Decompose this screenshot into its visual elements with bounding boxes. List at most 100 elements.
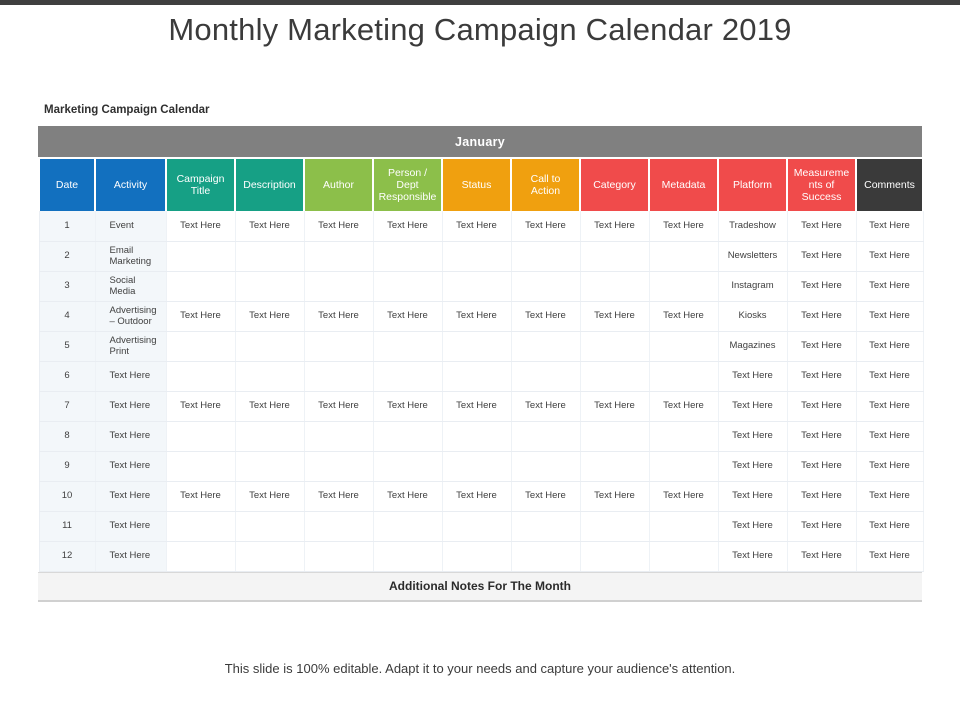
table-cell[interactable]: Text Here: [786, 391, 857, 422]
column-header-category[interactable]: Category: [579, 157, 650, 211]
table-cell[interactable]: Text Here: [855, 241, 924, 272]
cell-activity[interactable]: Text Here: [94, 391, 167, 422]
table-cell[interactable]: [648, 511, 719, 542]
table-cell[interactable]: [579, 331, 650, 362]
column-header-comments[interactable]: Comments: [855, 157, 924, 211]
cell-activity[interactable]: Text Here: [94, 511, 167, 542]
table-cell[interactable]: Text Here: [648, 391, 719, 422]
table-cell[interactable]: Text Here: [648, 481, 719, 512]
table-cell[interactable]: [234, 421, 305, 452]
table-cell[interactable]: [303, 271, 374, 302]
table-cell[interactable]: Text Here: [303, 391, 374, 422]
table-cell[interactable]: [510, 361, 581, 392]
cell-activity[interactable]: Text Here: [94, 421, 167, 452]
cell-activity[interactable]: Text Here: [94, 361, 167, 392]
table-cell[interactable]: Text Here: [786, 481, 857, 512]
table-cell[interactable]: Text Here: [579, 481, 650, 512]
table-cell[interactable]: [648, 271, 719, 302]
table-cell[interactable]: [441, 271, 512, 302]
column-header-activity[interactable]: Activity: [94, 157, 167, 211]
table-cell[interactable]: [234, 451, 305, 482]
table-cell[interactable]: [372, 271, 443, 302]
table-cell[interactable]: [579, 361, 650, 392]
table-cell[interactable]: [165, 331, 236, 362]
table-cell[interactable]: Tradeshow: [717, 211, 788, 242]
table-cell[interactable]: [303, 241, 374, 272]
table-cell[interactable]: [579, 511, 650, 542]
table-cell[interactable]: [441, 331, 512, 362]
table-cell[interactable]: Text Here: [786, 361, 857, 392]
table-cell[interactable]: [510, 541, 581, 572]
table-cell[interactable]: Text Here: [303, 211, 374, 242]
table-cell[interactable]: [234, 541, 305, 572]
table-cell[interactable]: Text Here: [510, 391, 581, 422]
table-cell[interactable]: [579, 271, 650, 302]
table-cell[interactable]: Text Here: [855, 541, 924, 572]
table-cell[interactable]: Text Here: [234, 481, 305, 512]
table-cell[interactable]: [510, 451, 581, 482]
table-cell[interactable]: Text Here: [579, 301, 650, 332]
table-cell[interactable]: Text Here: [303, 301, 374, 332]
cell-activity[interactable]: Advertising – Outdoor: [94, 301, 167, 332]
table-cell[interactable]: Text Here: [165, 481, 236, 512]
table-cell[interactable]: Magazines: [717, 331, 788, 362]
table-cell[interactable]: [303, 361, 374, 392]
table-cell[interactable]: [303, 421, 374, 452]
table-cell[interactable]: Text Here: [579, 391, 650, 422]
cell-activity[interactable]: Text Here: [94, 451, 167, 482]
table-cell[interactable]: [234, 331, 305, 362]
table-cell[interactable]: Text Here: [510, 481, 581, 512]
table-cell[interactable]: Text Here: [786, 301, 857, 332]
table-cell[interactable]: [165, 511, 236, 542]
table-cell[interactable]: Text Here: [855, 211, 924, 242]
table-cell[interactable]: Text Here: [717, 451, 788, 482]
table-cell[interactable]: [165, 421, 236, 452]
cell-activity[interactable]: Advertising Print: [94, 331, 167, 362]
table-cell[interactable]: [165, 541, 236, 572]
table-cell[interactable]: [579, 541, 650, 572]
table-cell[interactable]: [234, 361, 305, 392]
cell-activity[interactable]: Social Media: [94, 271, 167, 302]
table-cell[interactable]: Text Here: [717, 361, 788, 392]
table-cell[interactable]: Text Here: [786, 241, 857, 272]
column-header-person-dept-responsible[interactable]: Person / Dept Responsible: [372, 157, 443, 211]
table-cell[interactable]: Text Here: [510, 301, 581, 332]
table-cell[interactable]: [372, 241, 443, 272]
column-header-platform[interactable]: Platform: [717, 157, 788, 211]
table-cell[interactable]: [510, 331, 581, 362]
cell-activity[interactable]: Event: [94, 211, 167, 242]
table-cell[interactable]: Text Here: [234, 301, 305, 332]
table-cell[interactable]: Text Here: [717, 511, 788, 542]
table-cell[interactable]: Text Here: [855, 361, 924, 392]
cell-date[interactable]: 2: [38, 241, 96, 272]
table-cell[interactable]: Text Here: [441, 211, 512, 242]
cell-date[interactable]: 10: [38, 481, 96, 512]
table-cell[interactable]: [579, 451, 650, 482]
cell-date[interactable]: 6: [38, 361, 96, 392]
table-cell[interactable]: Text Here: [717, 391, 788, 422]
table-cell[interactable]: Text Here: [855, 481, 924, 512]
table-cell[interactable]: [234, 241, 305, 272]
cell-date[interactable]: 9: [38, 451, 96, 482]
cell-date[interactable]: 8: [38, 421, 96, 452]
table-cell[interactable]: Text Here: [786, 421, 857, 452]
cell-date[interactable]: 4: [38, 301, 96, 332]
column-header-author[interactable]: Author: [303, 157, 374, 211]
table-cell[interactable]: Text Here: [165, 391, 236, 422]
table-cell[interactable]: [372, 361, 443, 392]
table-cell[interactable]: Text Here: [717, 421, 788, 452]
table-cell[interactable]: Text Here: [234, 391, 305, 422]
table-cell[interactable]: Text Here: [165, 211, 236, 242]
table-cell[interactable]: [510, 241, 581, 272]
table-cell[interactable]: Text Here: [441, 391, 512, 422]
table-cell[interactable]: [441, 241, 512, 272]
table-cell[interactable]: [648, 421, 719, 452]
table-cell[interactable]: [372, 451, 443, 482]
table-cell[interactable]: [579, 241, 650, 272]
table-cell[interactable]: [165, 271, 236, 302]
table-cell[interactable]: Instagram: [717, 271, 788, 302]
table-cell[interactable]: Text Here: [510, 211, 581, 242]
column-header-campaign-title[interactable]: Campaign Title: [165, 157, 236, 211]
table-cell[interactable]: [441, 361, 512, 392]
table-cell[interactable]: Text Here: [855, 331, 924, 362]
